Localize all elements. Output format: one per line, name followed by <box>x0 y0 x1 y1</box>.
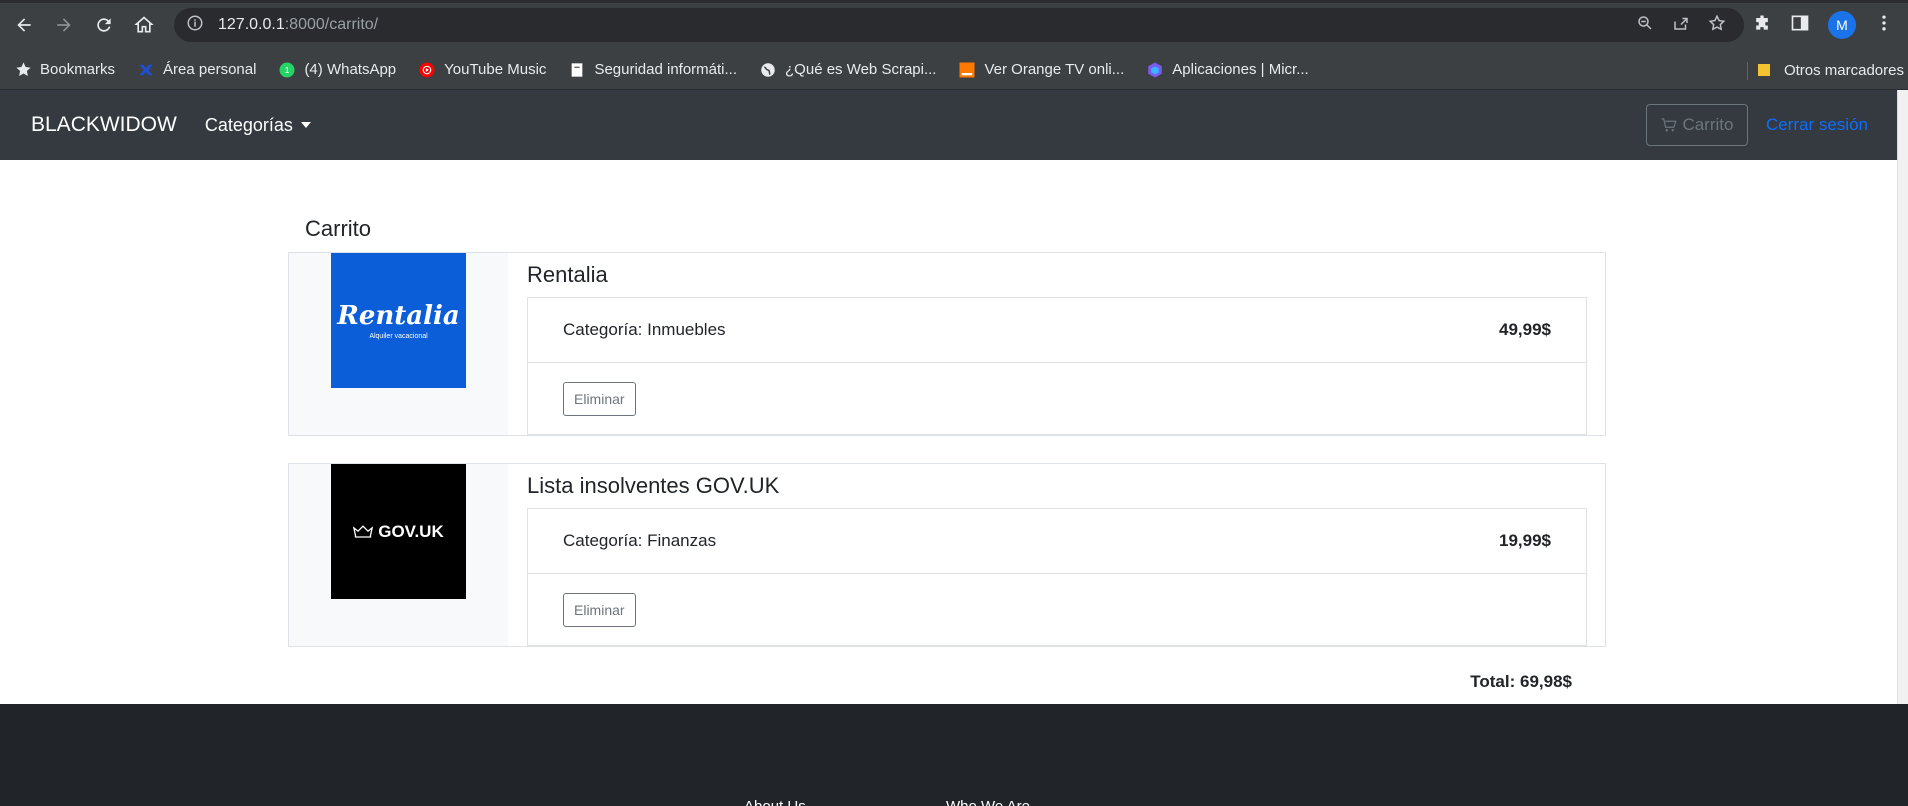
svg-text:1: 1 <box>285 66 290 75</box>
site-info-icon[interactable] <box>186 14 208 37</box>
product-category: Categoría: Finanzas <box>563 531 717 550</box>
product-category: Categoría: Inmuebles <box>563 320 726 339</box>
whatsapp-icon: 1 <box>278 61 296 79</box>
microsoft-icon <box>1146 61 1164 79</box>
back-button[interactable] <box>4 5 44 45</box>
cart-icon <box>1661 118 1678 132</box>
rentalia-logo-text: Rentalia <box>337 301 460 331</box>
home-icon <box>134 16 154 33</box>
footer-who-we-are[interactable]: Who We Are <box>946 798 1030 806</box>
cart-item-card: GOV.UK Lista insolventes GOV.UK Categorí… <box>288 463 1606 647</box>
bookmark-item[interactable]: YouTube Music <box>418 61 546 79</box>
product-image: GOV.UK <box>331 464 466 599</box>
arrow-left-icon <box>17 18 31 32</box>
folder-icon <box>1756 61 1774 79</box>
bookmark-item[interactable]: Área personal <box>137 61 256 79</box>
caret-down-icon <box>300 122 311 128</box>
other-bookmarks[interactable]: Otros marcadores <box>1756 50 1904 90</box>
globe-icon <box>759 61 777 79</box>
product-title: Lista insolventes GOV.UK <box>527 473 780 498</box>
product-details: Categoría: Inmuebles 49,99$ Eliminar <box>527 297 1587 435</box>
extensions-icon[interactable] <box>1752 13 1772 38</box>
site-footer: About Us Who We Are <box>0 704 1908 806</box>
zoom-icon[interactable] <box>1636 14 1654 37</box>
bookmark-item[interactable]: ¿Qué es Web Scrapi... <box>759 61 936 79</box>
forward-button[interactable] <box>44 5 84 45</box>
crown-icon <box>353 524 374 538</box>
product-details: Categoría: Finanzas 19,99$ Eliminar <box>527 508 1587 646</box>
bookmark-item[interactable]: Aplicaciones | Micr... <box>1146 61 1309 79</box>
reload-icon <box>97 18 111 32</box>
url-text: 127.0.0.1:8000/carrito/ <box>218 16 379 33</box>
side-panel-icon[interactable] <box>1790 13 1810 38</box>
product-price: 19,99$ <box>1499 531 1551 550</box>
rentalia-logo-subtitle: Alquiler vacacional <box>369 333 428 340</box>
bookmark-item[interactable]: Ver Orange TV onli... <box>958 61 1124 79</box>
star-icon <box>14 61 32 79</box>
reload-button[interactable] <box>84 5 124 45</box>
bookmark-star-icon[interactable] <box>1708 14 1726 37</box>
bookmark-item[interactable]: Bookmarks <box>14 61 115 79</box>
bookmark-item[interactable]: 1 (4) WhatsApp <box>278 61 396 79</box>
cart-button[interactable]: Carrito <box>1645 104 1748 146</box>
remove-button[interactable]: Eliminar <box>563 381 636 416</box>
site-navbar: BLACKWIDOW Categorías Carrito Cerrar ses… <box>0 90 1908 160</box>
page-icon <box>568 61 586 79</box>
cart-page: Carrito Rentalia Alquiler vacacional Ren… <box>0 160 1908 704</box>
product-title: Rentalia <box>527 262 608 287</box>
product-image: Rentalia Alquiler vacacional <box>331 253 466 388</box>
cart-total: Total: 69,98$ <box>1470 672 1572 691</box>
home-button[interactable] <box>124 5 164 45</box>
puzzle-icon <box>137 61 155 79</box>
bookmark-item[interactable]: Seguridad informáti... <box>568 61 737 79</box>
menu-kebab-icon[interactable] <box>1874 13 1894 38</box>
categories-dropdown[interactable]: Categorías <box>205 115 311 136</box>
remove-button[interactable]: Eliminar <box>563 592 636 627</box>
cart-item-card: Rentalia Alquiler vacacional Rentalia Ca… <box>288 252 1606 436</box>
profile-avatar[interactable]: M <box>1828 11 1856 39</box>
address-bar[interactable]: 127.0.0.1:8000/carrito/ <box>174 8 1744 42</box>
govuk-logo-text: GOV.UK <box>378 521 444 541</box>
bookmarks-divider <box>1747 62 1748 80</box>
page-title: Carrito <box>305 216 372 241</box>
bookmarks-bar: Bookmarks Área personal 1 (4) WhatsApp Y… <box>0 50 1908 90</box>
product-price: 49,99$ <box>1499 320 1551 339</box>
browser-toolbar: 127.0.0.1:8000/carrito/ M <box>0 0 1908 50</box>
arrow-right-icon <box>57 18 71 32</box>
footer-about-us[interactable]: About Us <box>744 798 806 806</box>
logout-link[interactable]: Cerrar sesión <box>1766 115 1868 135</box>
youtube-music-icon <box>418 61 436 79</box>
orange-icon <box>958 61 976 79</box>
brand-logo[interactable]: BLACKWIDOW <box>31 113 177 137</box>
share-icon[interactable] <box>1672 14 1690 37</box>
